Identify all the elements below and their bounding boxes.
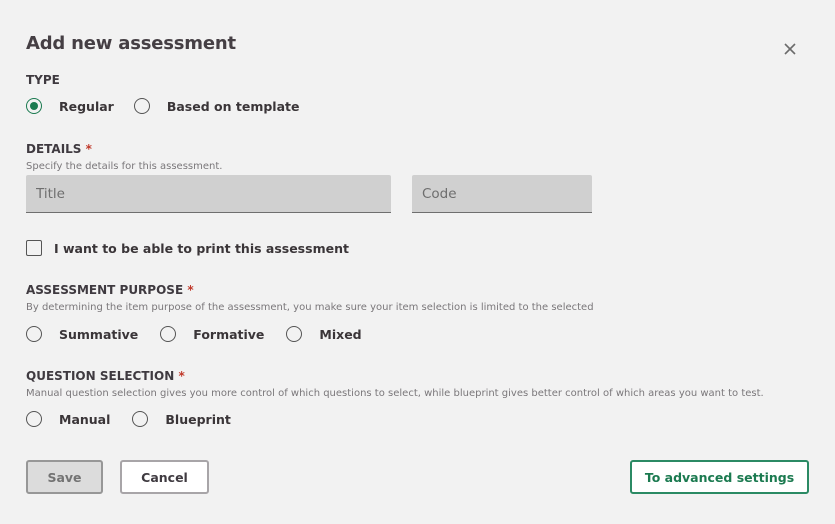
purpose-radio-group: Summative Formative Mixed — [26, 326, 384, 342]
purpose-hint: By determining the item purpose of the a… — [26, 302, 594, 313]
question-selection-hint: Manual question selection gives you more… — [26, 388, 764, 399]
cancel-button[interactable]: Cancel — [120, 460, 209, 494]
advanced-settings-button[interactable]: To advanced settings — [630, 460, 809, 494]
radio-label: Formative — [193, 326, 265, 342]
question-selection-radio-group: Manual Blueprint — [26, 411, 253, 427]
question-selection-label: QUESTION SELECTION * — [26, 369, 185, 383]
print-option[interactable]: I want to be able to print this assessme… — [26, 240, 349, 256]
radio-label: Mixed — [319, 326, 362, 342]
purpose-label-text: ASSESSMENT PURPOSE — [26, 283, 184, 297]
radio-unchecked-icon — [286, 326, 303, 342]
save-button[interactable]: Save — [26, 460, 103, 494]
type-label: TYPE — [26, 73, 60, 87]
radio-unchecked-icon — [160, 326, 177, 342]
radio-label: Summative — [59, 326, 139, 342]
radio-label: Based on template — [166, 98, 300, 114]
radio-based-on-template[interactable]: Based on template — [133, 98, 300, 114]
radio-regular[interactable]: Regular — [26, 98, 114, 114]
radio-unchecked-icon — [133, 98, 150, 114]
purpose-label: ASSESSMENT PURPOSE * — [26, 283, 194, 297]
radio-label: Manual — [59, 411, 111, 427]
radio-unchecked-icon — [26, 326, 42, 342]
print-option-label: I want to be able to print this assessme… — [54, 240, 349, 256]
details-hint: Specify the details for this assessment. — [26, 161, 223, 172]
radio-formative[interactable]: Formative — [160, 326, 264, 342]
details-label-text: DETAILS — [26, 142, 82, 156]
radio-summative[interactable]: Summative — [26, 326, 138, 342]
checkbox-icon[interactable] — [26, 240, 42, 256]
radio-blueprint[interactable]: Blueprint — [132, 411, 231, 427]
radio-unchecked-icon — [26, 411, 42, 427]
question-selection-label-text: QUESTION SELECTION — [26, 369, 175, 383]
radio-manual[interactable]: Manual — [26, 411, 110, 427]
type-radio-group: Regular Based on template — [26, 98, 321, 114]
close-button[interactable] — [781, 40, 799, 58]
close-icon — [784, 43, 796, 55]
radio-label: Blueprint — [165, 411, 231, 427]
radio-mixed[interactable]: Mixed — [286, 326, 362, 342]
title-input[interactable] — [26, 175, 391, 213]
required-mark: * — [85, 142, 92, 156]
required-mark: * — [178, 369, 185, 383]
code-input[interactable] — [412, 175, 592, 213]
required-mark: * — [187, 283, 194, 297]
details-label: DETAILS * — [26, 142, 92, 156]
radio-unchecked-icon — [132, 411, 149, 427]
radio-checked-icon — [26, 98, 42, 114]
dialog-title: Add new assessment — [26, 33, 236, 54]
radio-label: Regular — [59, 98, 114, 114]
